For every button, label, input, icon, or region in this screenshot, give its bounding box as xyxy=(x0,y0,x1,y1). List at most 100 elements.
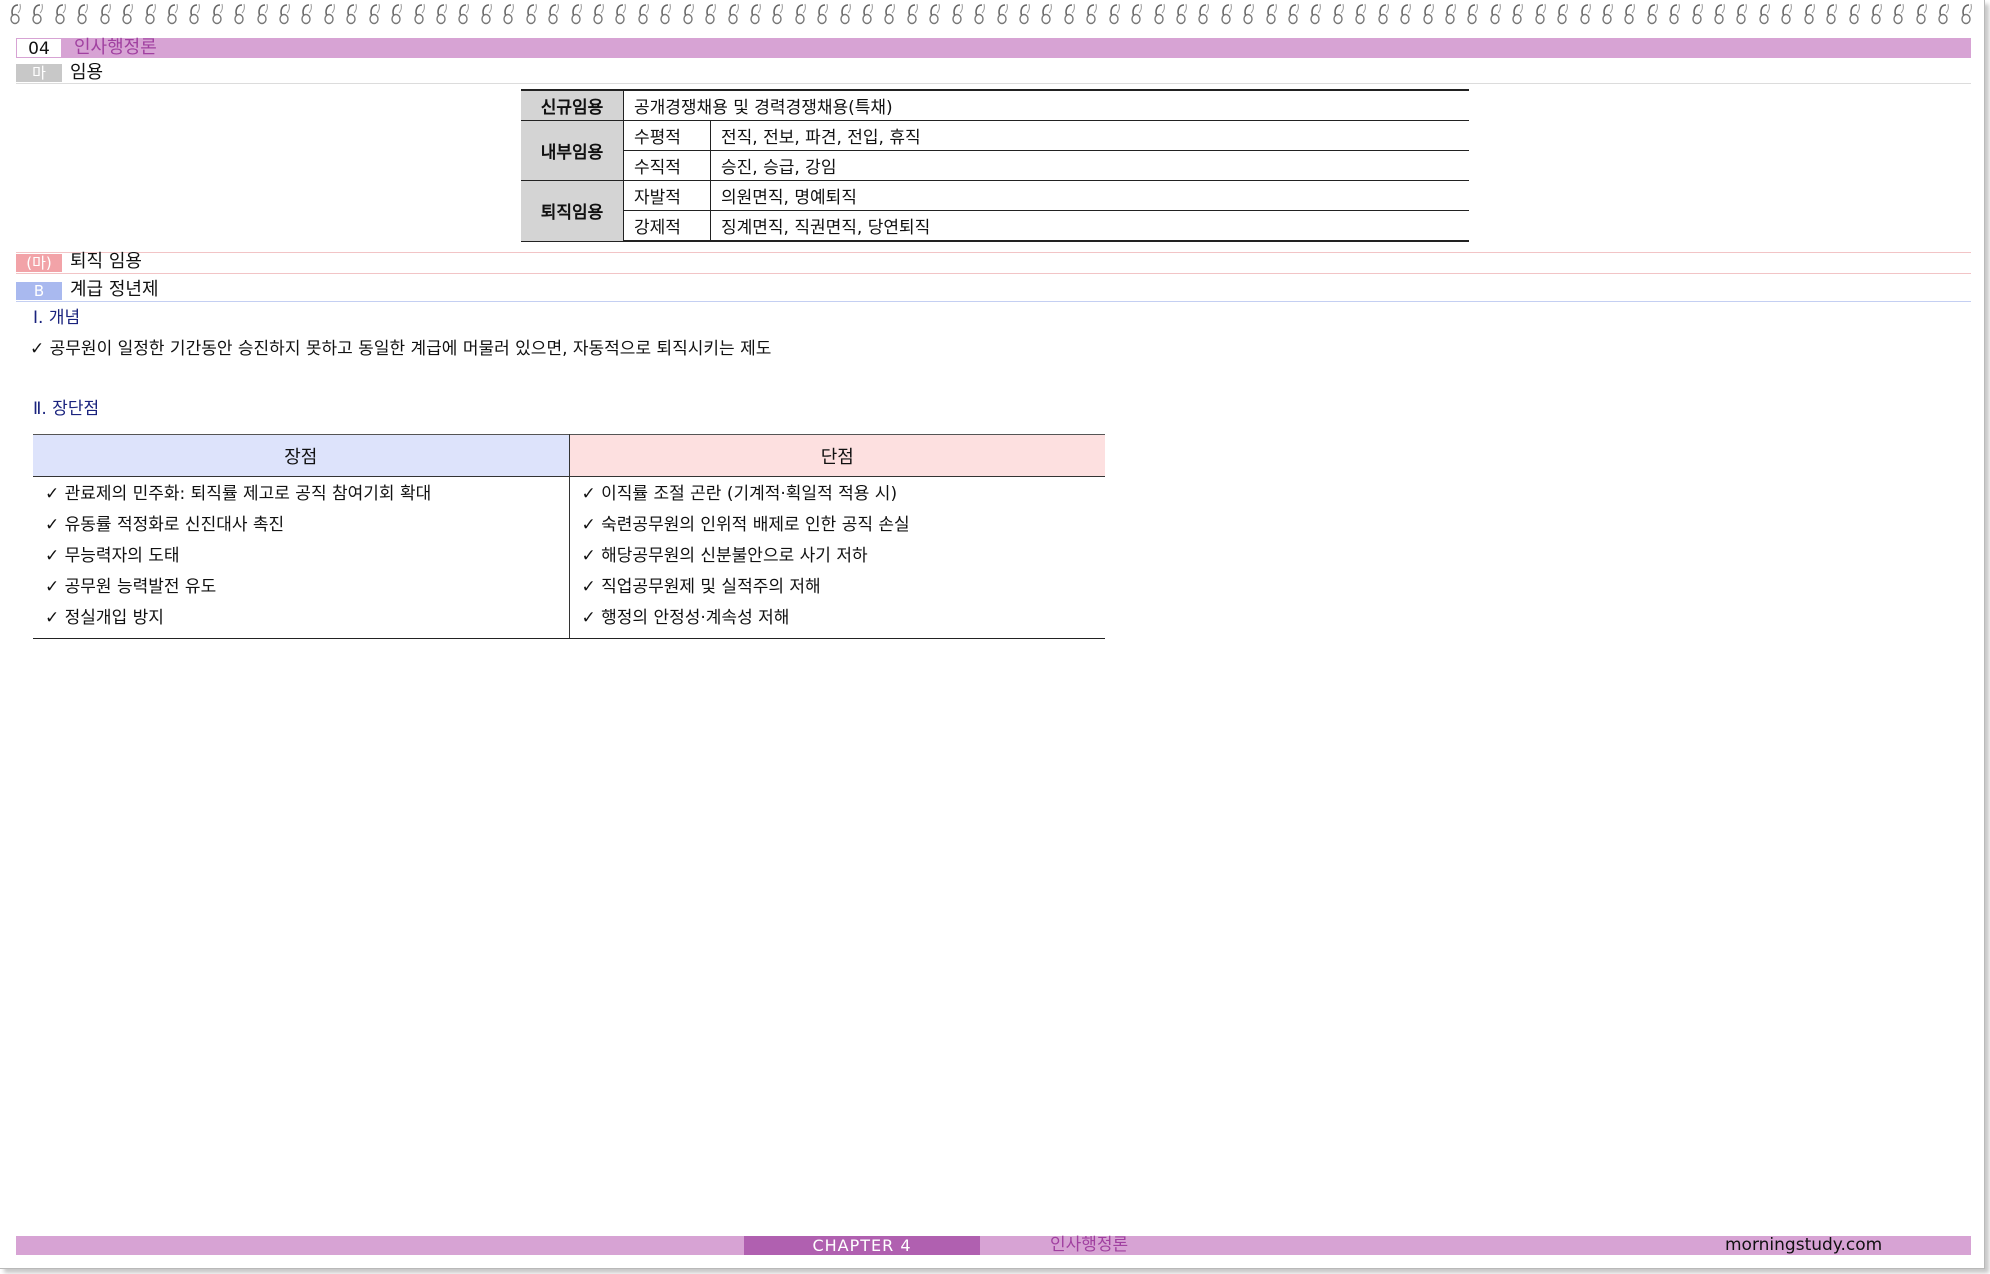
spiral-ring-icon xyxy=(234,3,246,25)
spiral-ring-icon xyxy=(503,3,515,25)
spiral-ring-icon xyxy=(862,3,873,25)
pros-cons-table: 장점 단점 ✓ 관료제의 민주화: 퇴직률 제고로 공직 참여기회 확대 ✓ 유… xyxy=(33,434,1105,639)
spiral-ring-icon xyxy=(615,3,627,25)
spiral-ring-icon xyxy=(1288,3,1299,25)
spiral-ring-icon xyxy=(526,3,537,25)
section-b-tag: B xyxy=(16,282,62,300)
spiral-ring-icon xyxy=(1961,3,1972,25)
spiral-ring-icon xyxy=(1759,3,1770,25)
row-value: 징계면직, 직권면직, 당연퇴직 xyxy=(710,210,1469,242)
spiral-ring-icon xyxy=(1916,3,1927,25)
table-row: 신규임용 공개경쟁채용 및 경력경쟁채용(특채) xyxy=(521,89,1469,121)
spiral-ring-icon xyxy=(952,3,963,25)
spiral-ring-icon xyxy=(638,3,649,25)
spiral-ring-icon xyxy=(1243,3,1255,25)
spiral-ring-icon xyxy=(1848,3,1860,25)
spiral-ring-icon xyxy=(817,3,829,25)
section-retire-tag: (마) xyxy=(16,254,62,272)
spiral-ring-icon xyxy=(1131,3,1142,25)
spiral-ring-icon xyxy=(1804,3,1815,25)
section-b-rule xyxy=(16,301,1971,302)
spiral-ring-icon xyxy=(167,3,178,25)
spiral-ring-icon xyxy=(884,3,896,25)
footer-site: morningstudy.com xyxy=(1725,1235,1883,1255)
row-sub: 자발적 xyxy=(623,180,711,211)
spiral-ring-icon xyxy=(1310,3,1322,25)
cons-list: ✓ 이직률 조절 곤란 (기계적·획일적 적용 시) ✓ 숙련공무원의 인위적 … xyxy=(569,476,1105,639)
spiral-ring-icon xyxy=(1355,3,1367,25)
spiral-ring-icon xyxy=(324,3,335,25)
spiral-ring-icon xyxy=(144,3,156,25)
spiral-ring-icon xyxy=(996,3,1008,25)
spiral-ring-icon xyxy=(10,3,21,25)
spiral-ring-icon xyxy=(772,3,784,25)
spiral-ring-icon xyxy=(1893,3,1905,25)
spiral-ring-icon xyxy=(212,3,223,25)
row-sub: 강제적 xyxy=(623,210,711,242)
spiral-ring-icon xyxy=(1534,3,1546,25)
spiral-ring-icon xyxy=(1176,3,1187,25)
row-group-retire: 퇴직임용 xyxy=(521,180,624,242)
list-item: ✓ 관료제의 민주화: 퇴직률 제고로 공직 참여기회 확대 xyxy=(45,484,432,504)
spiral-ring-icon xyxy=(1153,3,1165,25)
spiral-ring-icon xyxy=(1333,3,1344,25)
spiral-ring-icon xyxy=(1064,3,1075,25)
list-item: ✓ 정실개입 방지 xyxy=(45,608,164,628)
list-item: ✓ 해당공무원의 신분불안으로 사기 저하 xyxy=(581,546,868,566)
row-group-internal: 내부임용 xyxy=(521,120,624,181)
spiral-ring-icon xyxy=(839,3,851,25)
table-row: 수직적 승진, 승급, 강임 xyxy=(521,150,1469,181)
spiral-ring-icon xyxy=(256,3,268,25)
spiral-ring-icon xyxy=(1669,3,1681,25)
spiral-ring-icon xyxy=(1781,3,1793,25)
appointment-table: 신규임용 공개경쟁채용 및 경력경쟁채용(특채) 내부임용 수평적 전직, 전보… xyxy=(521,89,1469,242)
spiral-ring-icon xyxy=(279,3,290,25)
spiral-ring-icon xyxy=(705,3,716,25)
spiral-binding xyxy=(0,2,1984,26)
spiral-ring-icon xyxy=(593,3,604,25)
spiral-ring-icon xyxy=(122,3,133,25)
spiral-ring-icon xyxy=(1378,3,1389,25)
spiral-ring-icon xyxy=(369,3,380,25)
row-sub: 수평적 xyxy=(623,120,711,151)
row-sub: 수직적 xyxy=(623,150,711,181)
section-retire-rule-bottom xyxy=(16,273,1971,274)
table-row: 퇴직임용 자발적 의원면직, 명예퇴직 xyxy=(521,180,1469,242)
table-row: ✓ 관료제의 민주화: 퇴직률 제고로 공직 참여기회 확대 ✓ 유동률 적정화… xyxy=(33,476,1105,639)
spiral-ring-icon xyxy=(189,3,201,25)
list-item: ✓ 이직률 조절 곤란 (기계적·획일적 적용 시) xyxy=(581,484,898,504)
spiral-ring-icon xyxy=(1602,3,1613,25)
spiral-ring-icon xyxy=(929,3,941,25)
spiral-ring-icon xyxy=(1691,3,1703,25)
row-value: 공개경쟁채용 및 경력경쟁채용(특채) xyxy=(623,89,1469,121)
table-row: 내부임용 수평적 전직, 전보, 파견, 전입, 휴직 xyxy=(521,120,1469,181)
section-retire-rule-top xyxy=(16,252,1971,253)
row-value: 의원면직, 명예퇴직 xyxy=(710,180,1469,211)
list-item: ✓ 행정의 안정성·계속성 저해 xyxy=(581,608,790,628)
spiral-ring-icon xyxy=(1108,3,1120,25)
spiral-ring-icon xyxy=(1624,3,1636,25)
spiral-ring-icon xyxy=(570,3,582,25)
spiral-ring-icon xyxy=(1557,3,1568,25)
section-retire-title: 퇴직 임용 xyxy=(70,251,142,272)
spiral-ring-icon xyxy=(907,3,918,25)
list-item: ✓ 공무원 능력발전 유도 xyxy=(45,577,217,597)
list-item: ✓ 유동률 적정화로 신진대사 촉진 xyxy=(45,515,285,535)
list-item: ✓ 숙련공무원의 인위적 배제로 인한 공직 손실 xyxy=(581,515,910,535)
spiral-ring-icon xyxy=(974,3,986,25)
spiral-ring-icon xyxy=(55,3,66,25)
spiral-ring-icon xyxy=(750,3,761,25)
list-item: ✓ 직업공무원제 및 실적주의 저해 xyxy=(581,577,821,597)
chapter-header-bar xyxy=(16,38,1971,58)
row-value: 승진, 승급, 강임 xyxy=(710,150,1469,181)
spiral-ring-icon xyxy=(660,3,672,25)
spiral-ring-icon xyxy=(391,3,403,25)
spiral-ring-icon xyxy=(436,3,447,25)
spiral-ring-icon xyxy=(727,3,739,25)
spiral-ring-icon xyxy=(1422,3,1434,25)
pros-header: 장점 xyxy=(33,434,570,477)
spiral-ring-icon xyxy=(1938,3,1950,25)
spiral-ring-icon xyxy=(413,3,425,25)
spiral-ring-icon xyxy=(1579,3,1591,25)
concept-text: ✓ 공무원이 일정한 기간동안 승진하지 못하고 동일한 계급에 머물러 있으면… xyxy=(30,339,772,359)
